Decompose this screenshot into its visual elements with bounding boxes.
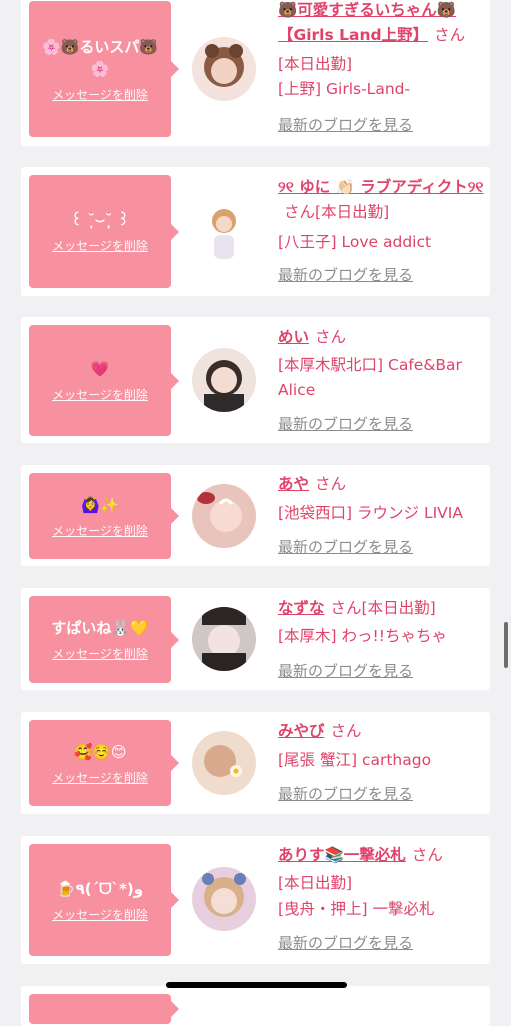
message-text: ꒰ ˘̩̩̩⌣˘̩̩̩ ꒱ <box>70 211 130 229</box>
message-bubble: ꒰ ˘̩̩̩⌣˘̩̩̩ ꒱ メッセージを削除 <box>29 175 179 288</box>
delete-message-link[interactable]: メッセージを削除 <box>52 769 148 786</box>
status-text: [本日出勤] <box>315 203 390 221</box>
message-bubble: 🍺٩(ˊᗜˋ*)و メッセージを削除 <box>29 844 179 956</box>
shop-text: [池袋西口] ラウンジ LIVIA <box>278 504 463 522</box>
message-card: ꒰ ˘̩̩̩⌣˘̩̩̩ ꒱ メッセージを削除 ୨୧ ゆに 👏🏻 ラブアディクト୨… <box>21 167 490 296</box>
message-bubble: 🙆‍♀️✨ メッセージを削除 <box>29 473 179 559</box>
message-text: 🙆‍♀️✨ <box>81 495 119 514</box>
avatar[interactable] <box>192 607 256 671</box>
avatar[interactable] <box>192 348 256 412</box>
message-text: すぱいね🐰💛 <box>51 619 149 637</box>
message-card: 💗 メッセージを削除 めい さん [本厚木駅北口] Cafe&Bar Alice … <box>21 317 490 443</box>
honorific: さん <box>330 599 362 617</box>
avatar[interactable] <box>192 199 256 263</box>
cast-name-link[interactable]: なずな <box>278 599 325 617</box>
honorific: さん <box>315 475 347 493</box>
honorific: さん <box>315 328 347 346</box>
message-bubble: 💗 メッセージを削除 <box>29 325 179 436</box>
shop-text: [上野] Girls-Land- <box>278 80 411 98</box>
cast-name-link[interactable]: みやび <box>278 722 325 740</box>
status-text: [本日出勤] <box>278 55 353 73</box>
message-card: すぱいね🐰💛 メッセージを削除 なずな さん[本日出勤] [本厚木] わっ!!ちゃ… <box>21 588 490 690</box>
delete-message-link[interactable]: メッセージを削除 <box>52 906 148 923</box>
shop-text: [八王子] Love addict <box>278 233 432 251</box>
delete-message-link[interactable]: メッセージを削除 <box>52 237 148 254</box>
avatar[interactable] <box>192 731 256 795</box>
avatar[interactable] <box>192 484 256 548</box>
honorific: さん <box>284 203 316 221</box>
message-bubble: 🌸🐻るいスパ🐻🌸 メッセージを削除 <box>29 1 179 137</box>
latest-blog-link[interactable]: 最新のブログを見る <box>278 785 413 803</box>
message-card: 🙆‍♀️✨ メッセージを削除 あや さん [池袋西口] ラウンジ LIVIA 最新… <box>21 465 490 566</box>
shop-text-cont: Alice <box>278 381 316 399</box>
cast-name-link[interactable]: ありす📚一撃必札 <box>278 846 406 864</box>
cast-name-link[interactable]: めい <box>278 328 309 346</box>
message-text: 🥰☺️😊 <box>73 742 127 761</box>
message-card: 🍺٩(ˊᗜˋ*)و メッセージを削除 ありす📚一撃必札 さん [本日出勤] [曳舟… <box>21 836 490 964</box>
status-text: [本日出勤] <box>361 599 436 617</box>
latest-blog-link[interactable]: 最新のブログを見る <box>278 415 413 433</box>
message-text: 🍺٩(ˊᗜˋ*)و <box>56 879 144 898</box>
latest-blog-link[interactable]: 最新のブログを見る <box>278 266 413 284</box>
avatar[interactable] <box>192 867 256 931</box>
message-bubble: すぱいね🐰💛 メッセージを削除 <box>29 596 179 683</box>
home-indicator[interactable] <box>166 982 347 988</box>
status-text: [本日出勤] <box>278 874 353 892</box>
message-card: 🥰☺️😊 メッセージを削除 みやび さん [尾張 蟹江] carthago 最新の… <box>21 712 490 814</box>
cast-name-link[interactable]: ୨୧ ゆに 👏🏻 ラブアディクト୨୧ <box>278 178 484 196</box>
shop-text: [尾張 蟹江] carthago <box>278 751 432 769</box>
message-bubble: 🥰☺️😊 メッセージを削除 <box>29 720 179 806</box>
honorific: さん <box>411 846 443 864</box>
delete-message-link[interactable]: メッセージを削除 <box>52 86 148 103</box>
shop-text: [曳舟・押上] 一撃必札 <box>278 900 435 918</box>
avatar[interactable] <box>192 37 256 101</box>
scrollbar-thumb[interactable] <box>504 622 508 668</box>
cast-name-link[interactable]: あや <box>278 475 309 493</box>
latest-blog-link[interactable]: 最新のブログを見る <box>278 116 413 134</box>
message-text: 🌸🐻るいスパ🐻🌸 <box>41 37 159 78</box>
shop-text: [本厚木] わっ!!ちゃちゃ <box>278 627 447 645</box>
delete-message-link[interactable]: メッセージを削除 <box>52 522 148 539</box>
honorific: さん <box>434 26 466 44</box>
message-card: 🌸🐻るいスパ🐻🌸 メッセージを削除 🐻可愛すぎるいちゃん🐻【Girls Land… <box>21 0 490 146</box>
latest-blog-link[interactable]: 最新のブログを見る <box>278 934 413 952</box>
latest-blog-link[interactable]: 最新のブログを見る <box>278 662 413 680</box>
message-card <box>21 986 490 1026</box>
honorific: さん <box>330 722 362 740</box>
cast-name-link[interactable]: 🐻可愛すぎるいちゃん🐻【Girls Land上野】 <box>278 1 456 44</box>
delete-message-link[interactable]: メッセージを削除 <box>52 386 148 403</box>
message-text: 💗 <box>90 360 110 378</box>
shop-text: [本厚木駅北口] Cafe&Bar <box>278 356 462 374</box>
delete-message-link[interactable]: メッセージを削除 <box>52 645 148 662</box>
latest-blog-link[interactable]: 最新のブログを見る <box>278 538 413 556</box>
